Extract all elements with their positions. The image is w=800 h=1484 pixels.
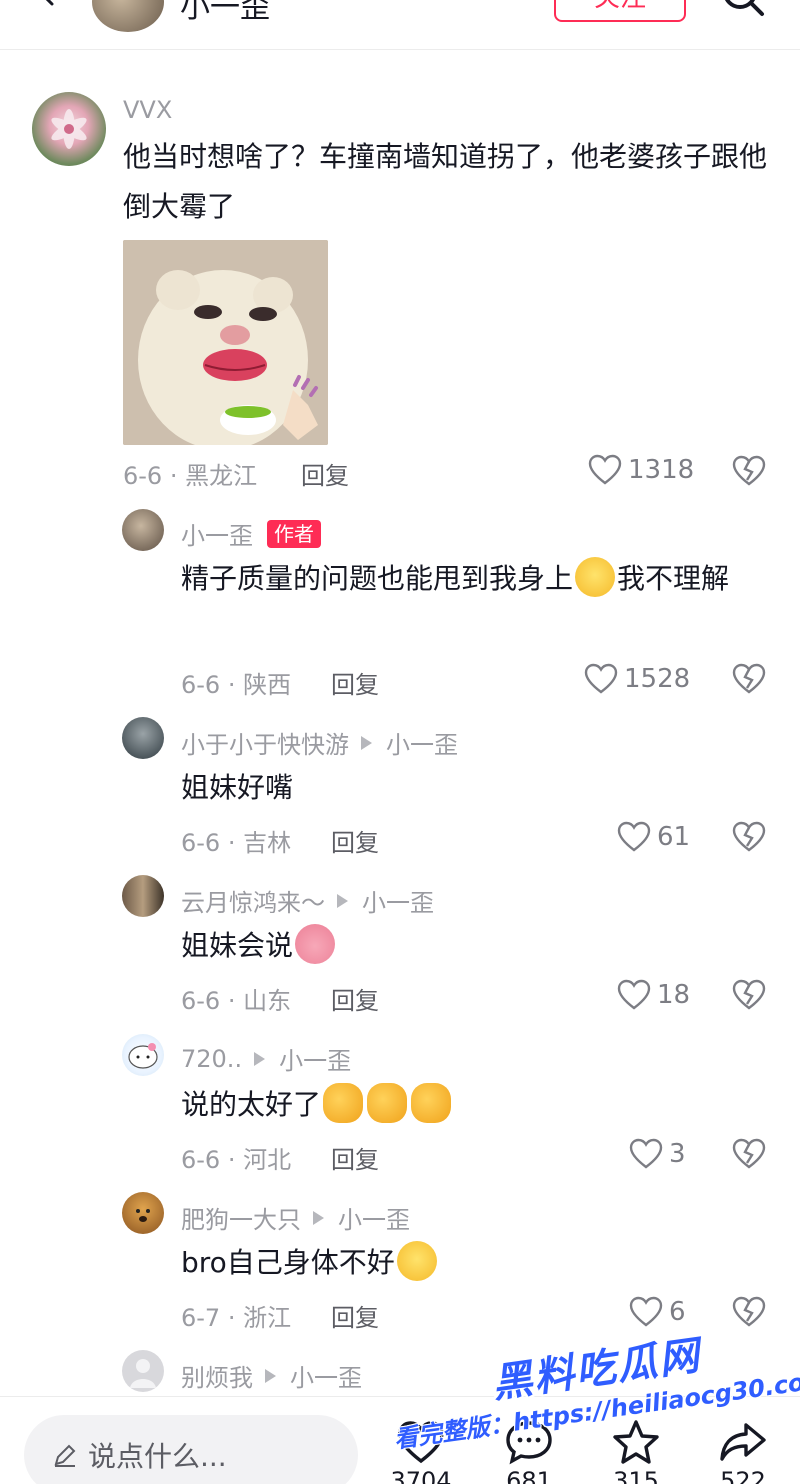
- author-badge: 作者: [267, 519, 321, 548]
- dislike-icon[interactable]: [732, 663, 766, 695]
- comment-text-part: 说的太好了: [181, 1088, 322, 1121]
- like-button[interactable]: 1528: [584, 663, 690, 695]
- username-text[interactable]: 720..: [181, 1045, 242, 1073]
- reply-arrow-icon: [313, 1210, 324, 1225]
- comment-text: 说的太好了: [181, 1080, 453, 1130]
- dislike-icon[interactable]: [732, 979, 766, 1011]
- username-text[interactable]: 云月惊鸿来～: [181, 883, 325, 918]
- comment-image[interactable]: [123, 240, 328, 445]
- avatar[interactable]: [122, 509, 164, 551]
- comment-username[interactable]: 肥狗一大只 小一歪: [181, 1200, 410, 1235]
- header-avatar[interactable]: [92, 0, 164, 32]
- reply-arrow-icon: [254, 1051, 266, 1066]
- comment-username[interactable]: 云月惊鸿来～ 小一歪: [181, 883, 434, 918]
- share-total-count: 522: [720, 1467, 766, 1484]
- hand-over-mouth-emoji: [575, 557, 616, 597]
- comment-text: 精子质量的问题也能甩到我身上 我不理解: [181, 554, 771, 604]
- comment-text-part: 精子质量的问题也能甩到我身上: [181, 562, 574, 595]
- reply-button[interactable]: 回复: [331, 823, 379, 858]
- thumbs-up-emoji: [367, 1083, 408, 1123]
- like-button[interactable]: 1318: [588, 454, 694, 486]
- avatar[interactable]: [122, 875, 164, 917]
- like-button[interactable]: 61: [617, 821, 690, 853]
- input-placeholder: 说点什么...: [88, 1440, 227, 1473]
- comment-date-location: 6-6 · 黑龙江: [123, 462, 258, 490]
- comment-username[interactable]: 小于小于快快游 小一歪: [181, 725, 458, 760]
- reply-button[interactable]: 回复: [331, 981, 379, 1016]
- comment-text: 姐妹会说: [181, 921, 337, 971]
- follow-button[interactable]: 关注: [554, 0, 686, 22]
- reply-button[interactable]: 回复: [331, 1140, 379, 1175]
- reply-to-username[interactable]: 小一歪: [362, 883, 434, 918]
- comment-username[interactable]: 别烦我 小一歪: [181, 1358, 362, 1393]
- dislike-icon[interactable]: [732, 1138, 766, 1170]
- avatar[interactable]: [122, 1192, 164, 1234]
- comment-date-location: 6-6 · 吉林: [181, 829, 292, 857]
- thumbs-up-emoji: [323, 1083, 364, 1123]
- comment-text-part: 姐妹会说: [181, 929, 294, 962]
- reply-arrow-icon: [265, 1368, 276, 1383]
- heart-icon: [617, 821, 651, 852]
- header-username[interactable]: 小一歪: [180, 0, 270, 26]
- heart-icon: [584, 663, 618, 694]
- username-text[interactable]: 肥狗一大只: [181, 1200, 301, 1235]
- favorite-total-count: 315: [613, 1467, 659, 1484]
- comment-date-location: 6-6 · 河北: [181, 1146, 292, 1174]
- like-count: 61: [657, 822, 691, 852]
- search-icon[interactable]: [720, 0, 768, 20]
- username-text[interactable]: 小于小于快快游: [181, 725, 349, 760]
- back-icon[interactable]: [34, 0, 62, 8]
- comment-date-location: 6-7 · 浙江: [181, 1304, 292, 1332]
- heart-icon: [588, 454, 622, 485]
- heart-icon: [629, 1138, 663, 1169]
- comment-text-part: bro自己身体不好: [181, 1246, 395, 1279]
- like-button[interactable]: 18: [617, 979, 690, 1011]
- avatar[interactable]: [32, 92, 106, 166]
- avatar[interactable]: [122, 717, 164, 759]
- thumbs-up-emoji: [411, 1083, 452, 1123]
- dislike-icon[interactable]: [732, 455, 766, 487]
- like-button[interactable]: 3: [629, 1138, 686, 1170]
- comment-username[interactable]: VVX: [123, 96, 172, 124]
- comment-text: 他当时想啥了？车撞南墙知道拐了，他老婆孩子跟他倒大霉了: [123, 140, 768, 223]
- heart-icon: [617, 979, 651, 1010]
- comment-date-location: 6-6 · 山东: [181, 987, 292, 1015]
- reply-button[interactable]: 回复: [331, 665, 379, 700]
- reply-to-username[interactable]: 小一歪: [386, 725, 458, 760]
- rolling-laughing-emoji: [396, 1241, 437, 1281]
- like-count: 18: [657, 980, 691, 1010]
- avatar[interactable]: [122, 1034, 164, 1076]
- reply-arrow-icon: [337, 893, 348, 908]
- reply-button[interactable]: 回复: [301, 456, 349, 491]
- top-header: 小一歪 关注: [0, 0, 800, 50]
- reply-arrow-icon: [361, 735, 372, 750]
- username-text[interactable]: 小一歪: [181, 516, 253, 551]
- like-count: 1528: [624, 664, 691, 694]
- comment-date-location: 6-6 · 陕西: [181, 671, 292, 699]
- dislike-icon[interactable]: [732, 821, 766, 853]
- username-text[interactable]: VVX: [123, 96, 172, 124]
- like-count: 3: [669, 1139, 686, 1169]
- like-count: 1318: [628, 455, 695, 485]
- username-text[interactable]: 别烦我: [181, 1358, 253, 1393]
- pig-face-emoji: [295, 924, 336, 964]
- reply-to-username[interactable]: 小一歪: [338, 1200, 410, 1235]
- reply-to-username[interactable]: 小一歪: [290, 1358, 362, 1393]
- comment-text-part: 我不理解: [617, 562, 730, 595]
- comment-username[interactable]: 小一歪 作者: [181, 516, 321, 551]
- reply-button[interactable]: 回复: [331, 1298, 379, 1333]
- avatar[interactable]: [122, 1350, 164, 1392]
- comment-username[interactable]: 720.. 小一歪: [181, 1041, 351, 1076]
- comment-text: bro自己身体不好: [181, 1238, 439, 1288]
- comment-input[interactable]: 说点什么...: [24, 1415, 358, 1484]
- reply-to-username[interactable]: 小一歪: [279, 1041, 351, 1076]
- pencil-icon: [54, 1444, 76, 1467]
- comment-text: 姐妹好嘴: [181, 771, 294, 804]
